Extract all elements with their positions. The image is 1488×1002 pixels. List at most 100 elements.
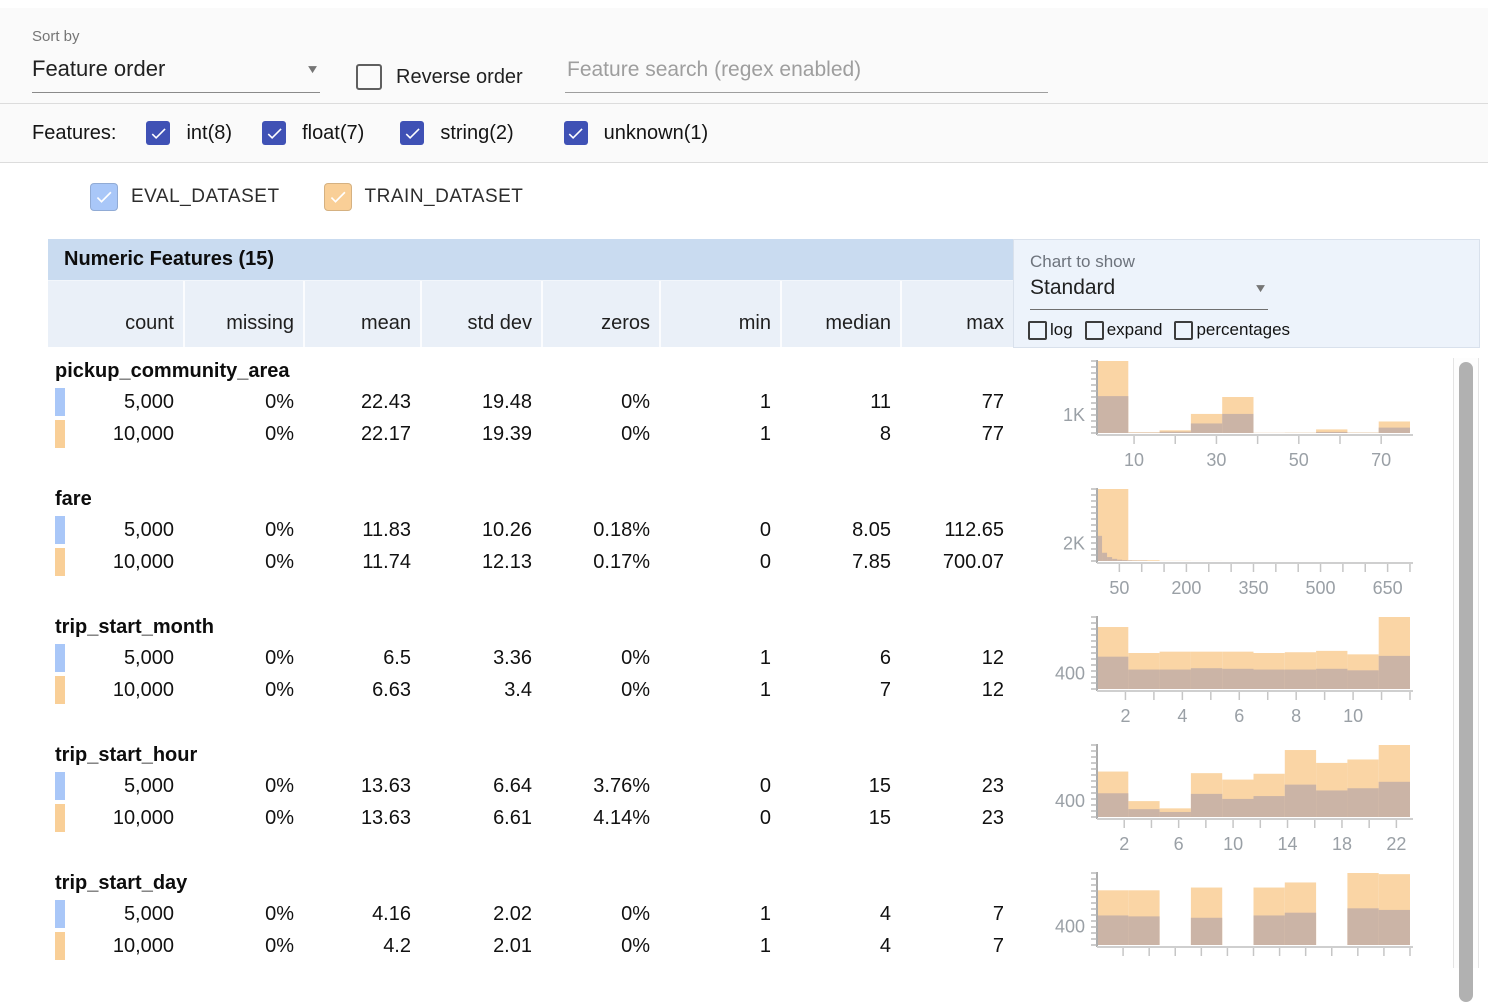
stat-mean: 22.43 bbox=[303, 386, 420, 418]
stat-min: 0 bbox=[659, 802, 780, 834]
svg-text:400: 400 bbox=[1055, 791, 1085, 811]
stat-min: 0 bbox=[659, 770, 780, 802]
dataset-checkbox[interactable] bbox=[324, 183, 352, 211]
stat-max: 7 bbox=[900, 930, 1013, 962]
feature-type-checkbox[interactable] bbox=[146, 121, 170, 145]
column-header-max[interactable]: max bbox=[900, 281, 1013, 347]
dataset-legend-item[interactable]: TRAIN_DATASET bbox=[324, 183, 524, 211]
stat-value: 23 bbox=[982, 807, 1004, 830]
stat-value: 0 bbox=[760, 807, 771, 830]
column-header-zeros[interactable]: zeros bbox=[541, 281, 659, 347]
check-icon bbox=[403, 124, 422, 143]
stat-min: 1 bbox=[659, 898, 780, 930]
stat-median: 4 bbox=[780, 930, 900, 962]
feature-search-input[interactable] bbox=[565, 58, 1048, 93]
svg-text:14: 14 bbox=[1278, 834, 1298, 854]
stat-value: 6.64 bbox=[493, 775, 532, 798]
stat-mean: 13.63 bbox=[303, 802, 420, 834]
feature-type-checkbox[interactable] bbox=[400, 121, 424, 145]
train-dataset-swatch bbox=[55, 932, 65, 960]
stat-std-dev: 19.39 bbox=[420, 418, 541, 450]
train-dataset-swatch bbox=[55, 420, 65, 448]
chart-option-checkboxes: log expand percentages bbox=[1028, 320, 1290, 340]
stat-value: 0% bbox=[265, 391, 294, 414]
chart-option-percentages[interactable]: percentages bbox=[1174, 320, 1290, 340]
stat-value: 22.43 bbox=[361, 391, 411, 414]
column-header-count[interactable]: count bbox=[48, 281, 183, 347]
stat-value: 4.16 bbox=[372, 903, 411, 926]
sort-by-dropdown[interactable]: Feature order ▼ bbox=[32, 56, 320, 93]
stat-zeros: 4.14% bbox=[541, 802, 659, 834]
dataset-checkbox[interactable] bbox=[90, 183, 118, 211]
eval-stats-row: 5,0000%22.4319.480%11177 bbox=[48, 386, 1013, 418]
stat-std-dev: 2.02 bbox=[420, 898, 541, 930]
vertical-scrollbar-thumb[interactable] bbox=[1459, 362, 1473, 1002]
stat-value: 10,000 bbox=[113, 935, 174, 958]
stat-value: 0% bbox=[621, 935, 650, 958]
chart-option-log[interactable]: log bbox=[1028, 320, 1073, 340]
feature-histogram: 2K50200350500650 bbox=[1013, 484, 1453, 612]
column-header-min[interactable]: min bbox=[659, 281, 780, 347]
stat-value: 6.63 bbox=[372, 679, 411, 702]
svg-text:30: 30 bbox=[1206, 450, 1226, 470]
stat-value: 112.65 bbox=[944, 519, 1004, 542]
column-header-missing[interactable]: missing bbox=[183, 281, 303, 347]
stat-value: 1 bbox=[760, 647, 771, 670]
chart-option-checkbox[interactable] bbox=[1028, 321, 1047, 340]
stat-max: 77 bbox=[900, 418, 1013, 450]
stat-value: 0% bbox=[265, 679, 294, 702]
feature-type-checkbox[interactable] bbox=[564, 121, 588, 145]
dataset-name: EVAL_DATASET bbox=[131, 186, 280, 208]
stat-missing: 0% bbox=[183, 546, 303, 578]
stat-mean: 6.63 bbox=[303, 674, 420, 706]
stat-max: 112.65 bbox=[900, 514, 1013, 546]
dataset-legend-item[interactable]: EVAL_DATASET bbox=[90, 183, 280, 211]
stat-count: 10,000 bbox=[48, 674, 183, 706]
feature-name: trip_start_hour bbox=[48, 740, 1013, 770]
stat-zeros: 0% bbox=[541, 898, 659, 930]
feature-type-filter-unknown[interactable]: unknown(1) bbox=[564, 121, 709, 145]
column-header-std-dev[interactable]: std dev bbox=[420, 281, 541, 347]
column-header-mean[interactable]: mean bbox=[303, 281, 420, 347]
train-dataset-swatch bbox=[55, 548, 65, 576]
feature-type-filter-float[interactable]: float(7) bbox=[262, 121, 364, 145]
chart-type-dropdown[interactable]: Standard ▼ bbox=[1030, 276, 1268, 310]
feature-type-checkbox[interactable] bbox=[262, 121, 286, 145]
svg-text:10: 10 bbox=[1343, 706, 1363, 726]
stat-value: 5,000 bbox=[124, 391, 174, 414]
eval-dataset-swatch bbox=[55, 388, 65, 416]
reverse-order-control[interactable]: Reverse order bbox=[356, 64, 523, 90]
stat-std-dev: 12.13 bbox=[420, 546, 541, 578]
stat-value: 2.02 bbox=[493, 903, 532, 926]
reverse-order-checkbox[interactable] bbox=[356, 64, 382, 90]
feature-type-filter-string[interactable]: string(2) bbox=[400, 121, 513, 145]
feature-histogram: 400 bbox=[1013, 868, 1453, 996]
table-title: Numeric Features (15) bbox=[64, 248, 274, 271]
svg-text:650: 650 bbox=[1373, 578, 1403, 598]
stat-median: 15 bbox=[780, 770, 900, 802]
feature-stats: trip_start_month5,0000%6.53.360%161210,0… bbox=[48, 612, 1013, 740]
stat-min: 0 bbox=[659, 546, 780, 578]
stat-value: 3.36 bbox=[493, 647, 532, 670]
stat-value: 11.74 bbox=[362, 551, 411, 574]
check-icon bbox=[328, 187, 348, 207]
svg-text:6: 6 bbox=[1234, 706, 1244, 726]
stat-value: 8.05 bbox=[852, 519, 891, 542]
stat-min: 1 bbox=[659, 674, 780, 706]
stat-missing: 0% bbox=[183, 930, 303, 962]
chart-option-checkbox[interactable] bbox=[1085, 321, 1104, 340]
stat-count: 5,000 bbox=[48, 642, 183, 674]
stat-std-dev: 2.01 bbox=[420, 930, 541, 962]
column-header-median[interactable]: median bbox=[780, 281, 900, 347]
svg-text:10: 10 bbox=[1223, 834, 1243, 854]
stat-value: 19.48 bbox=[482, 391, 532, 414]
stat-max: 12 bbox=[900, 674, 1013, 706]
chart-option-checkbox[interactable] bbox=[1174, 321, 1193, 340]
svg-text:8: 8 bbox=[1291, 706, 1301, 726]
stat-std-dev: 19.48 bbox=[420, 386, 541, 418]
features-filter-label: Features: bbox=[32, 122, 116, 145]
feature-type-filter-int[interactable]: int(8) bbox=[146, 121, 232, 145]
vertical-scrollbar-track[interactable] bbox=[1453, 358, 1479, 968]
chart-option-expand[interactable]: expand bbox=[1085, 320, 1163, 340]
stat-value: 1 bbox=[760, 423, 771, 446]
